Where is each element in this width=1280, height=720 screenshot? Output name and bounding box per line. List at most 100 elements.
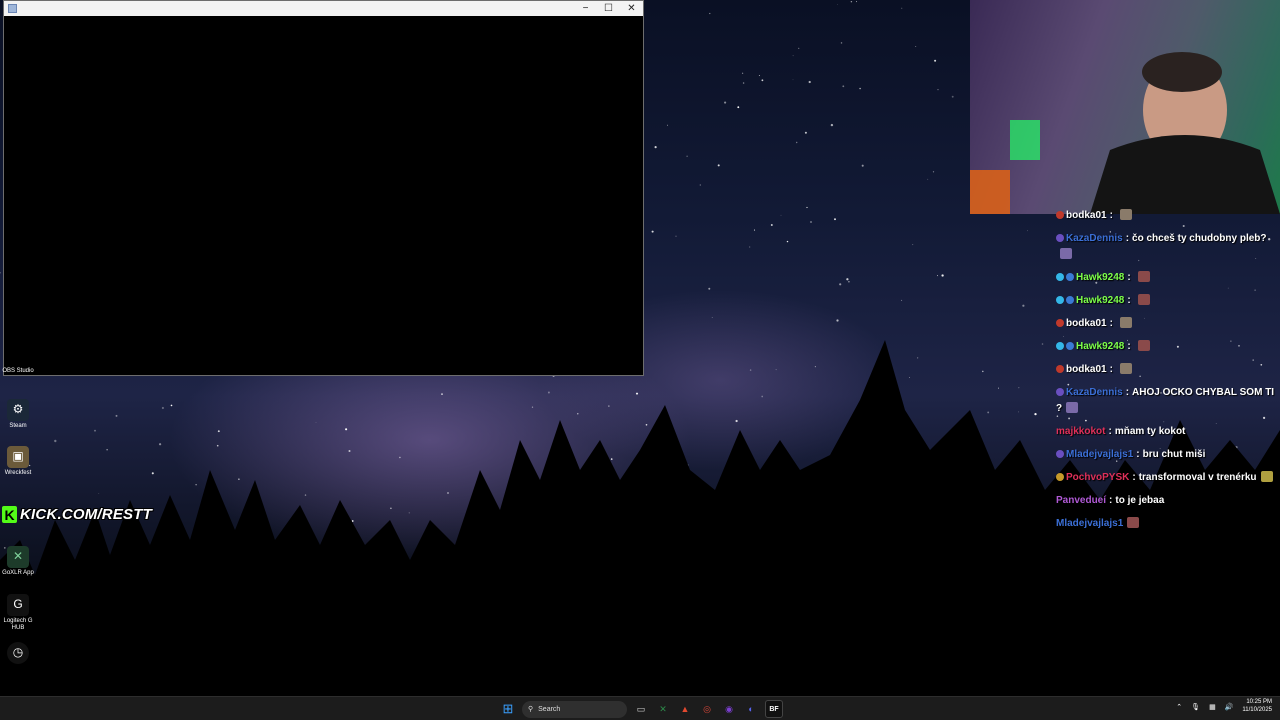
- kick-logo-icon: K: [2, 506, 17, 523]
- taskbar: ⊞ ⚲ Search ▭ ✕ ▲ ◎ ◉ ◐ BF ⌃ 🎙 ▦ 🔊 10:25 …: [0, 696, 1280, 720]
- desktop-icon-obs[interactable]: OBS Studio: [2, 368, 34, 375]
- microphone-icon[interactable]: 🎙: [1191, 703, 1200, 711]
- chat-message: bodka01:: [1056, 205, 1276, 228]
- chat-emote-icon: [1127, 517, 1140, 528]
- star: [351, 520, 354, 522]
- chat-separator: :: [1125, 233, 1130, 244]
- desktop-icon-label: OBS Studio: [2, 368, 34, 374]
- star: [932, 171, 935, 173]
- file-explorer-icon[interactable]: ▭: [633, 701, 649, 717]
- star: [927, 178, 929, 180]
- star: [850, 0, 853, 3]
- star: [917, 357, 919, 359]
- clock[interactable]: 10:25 PM 11/10/2025: [1242, 699, 1272, 714]
- chat-message: majkkokot: mňam ty kokot: [1056, 421, 1276, 444]
- chat-badge-icon: [1056, 342, 1064, 350]
- star: [780, 214, 782, 216]
- star: [804, 131, 807, 134]
- star: [577, 413, 579, 415]
- star: [686, 155, 688, 157]
- chat-separator: :: [1127, 295, 1131, 306]
- chrome-icon[interactable]: ◎: [699, 701, 715, 717]
- star: [809, 220, 813, 224]
- maximize-button[interactable]: ☐: [597, 1, 620, 16]
- star: [830, 123, 834, 127]
- search-icon: ⚲: [528, 706, 534, 713]
- desktop-icon-wreckfest[interactable]: ▣ Wreckfest: [2, 446, 34, 477]
- brave-icon[interactable]: ▲: [677, 701, 693, 717]
- volume-icon[interactable]: 🔊: [1225, 703, 1234, 711]
- desktop-icon-goxlr[interactable]: ✕ GoXLR App: [2, 546, 34, 577]
- desktop-icon-logitech[interactable]: G Logitech G HUB: [2, 594, 34, 632]
- search-box[interactable]: ⚲ Search: [522, 700, 627, 718]
- star: [834, 218, 836, 221]
- chat-message: Hawk9248:: [1056, 290, 1276, 313]
- star: [106, 449, 108, 451]
- chat-text: mňam ty kokot: [1114, 426, 1186, 437]
- star: [846, 278, 849, 281]
- star: [238, 478, 240, 480]
- chat-emote-icon: [1137, 271, 1150, 282]
- chat-username: KazaDennis: [1066, 233, 1123, 244]
- chat-separator: :: [1127, 341, 1131, 352]
- star: [216, 444, 219, 447]
- start-icon[interactable]: ⊞: [500, 701, 516, 717]
- obs-taskbar-icon[interactable]: ◉: [721, 701, 737, 717]
- chat-emote-icon: [1260, 471, 1273, 482]
- desktop-icon-steam[interactable]: ⚙ Steam: [2, 399, 34, 430]
- window-title-bar[interactable]: − ☐ ✕: [4, 1, 643, 16]
- star: [547, 391, 550, 394]
- chat-username: Hawk9248: [1076, 272, 1125, 283]
- star: [635, 392, 639, 395]
- star: [737, 106, 740, 109]
- star: [901, 7, 903, 9]
- xbox-icon[interactable]: ✕: [655, 701, 671, 717]
- star: [848, 280, 850, 283]
- star: [761, 395, 764, 398]
- star: [610, 458, 613, 460]
- chat-separator: :: [1108, 426, 1112, 437]
- star: [792, 55, 794, 57]
- star: [856, 1, 857, 3]
- app-window[interactable]: − ☐ ✕: [3, 0, 644, 376]
- star: [786, 240, 789, 243]
- chat-badge-icon: [1056, 388, 1064, 396]
- desktop-icon-clock[interactable]: ◷: [2, 642, 34, 666]
- star: [749, 246, 751, 248]
- star: [675, 235, 677, 237]
- star: [934, 59, 937, 62]
- star: [936, 275, 939, 277]
- chat-emote-icon: [1137, 294, 1150, 305]
- network-icon[interactable]: ▦: [1209, 703, 1216, 711]
- star: [998, 387, 999, 389]
- chat-separator: :: [1109, 495, 1113, 506]
- clock-date: 11/10/2025: [1242, 706, 1272, 713]
- chat-message: Hawk9248:: [1056, 267, 1276, 290]
- chat-username: bodka01: [1066, 210, 1107, 221]
- chevron-up-icon[interactable]: ⌃: [1176, 703, 1182, 711]
- star: [1022, 304, 1025, 307]
- star: [761, 79, 764, 82]
- star: [839, 283, 842, 286]
- bf-icon[interactable]: BF: [765, 700, 783, 718]
- chat-separator: :: [1125, 387, 1130, 398]
- star: [749, 369, 752, 371]
- star: [792, 79, 794, 81]
- star: [987, 411, 990, 414]
- chat-emote-icon: [1137, 340, 1150, 351]
- minimize-button[interactable]: −: [574, 1, 597, 16]
- steam-icon: ⚙: [7, 399, 29, 421]
- chat-text: bru chut miši: [1142, 449, 1206, 460]
- webcam-overlay: [970, 0, 1280, 214]
- star: [912, 244, 914, 246]
- chat-message: Mladejvajlajs1: [1056, 513, 1276, 536]
- star: [753, 229, 756, 231]
- discord-icon[interactable]: ◐: [743, 701, 759, 717]
- chat-emote-icon: [1119, 363, 1132, 374]
- star: [1018, 387, 1020, 389]
- chat-username: Hawk9248: [1076, 295, 1125, 306]
- star: [814, 366, 816, 368]
- chat-badge-icon: [1056, 296, 1064, 304]
- close-button[interactable]: ✕: [620, 1, 643, 16]
- star: [151, 472, 154, 475]
